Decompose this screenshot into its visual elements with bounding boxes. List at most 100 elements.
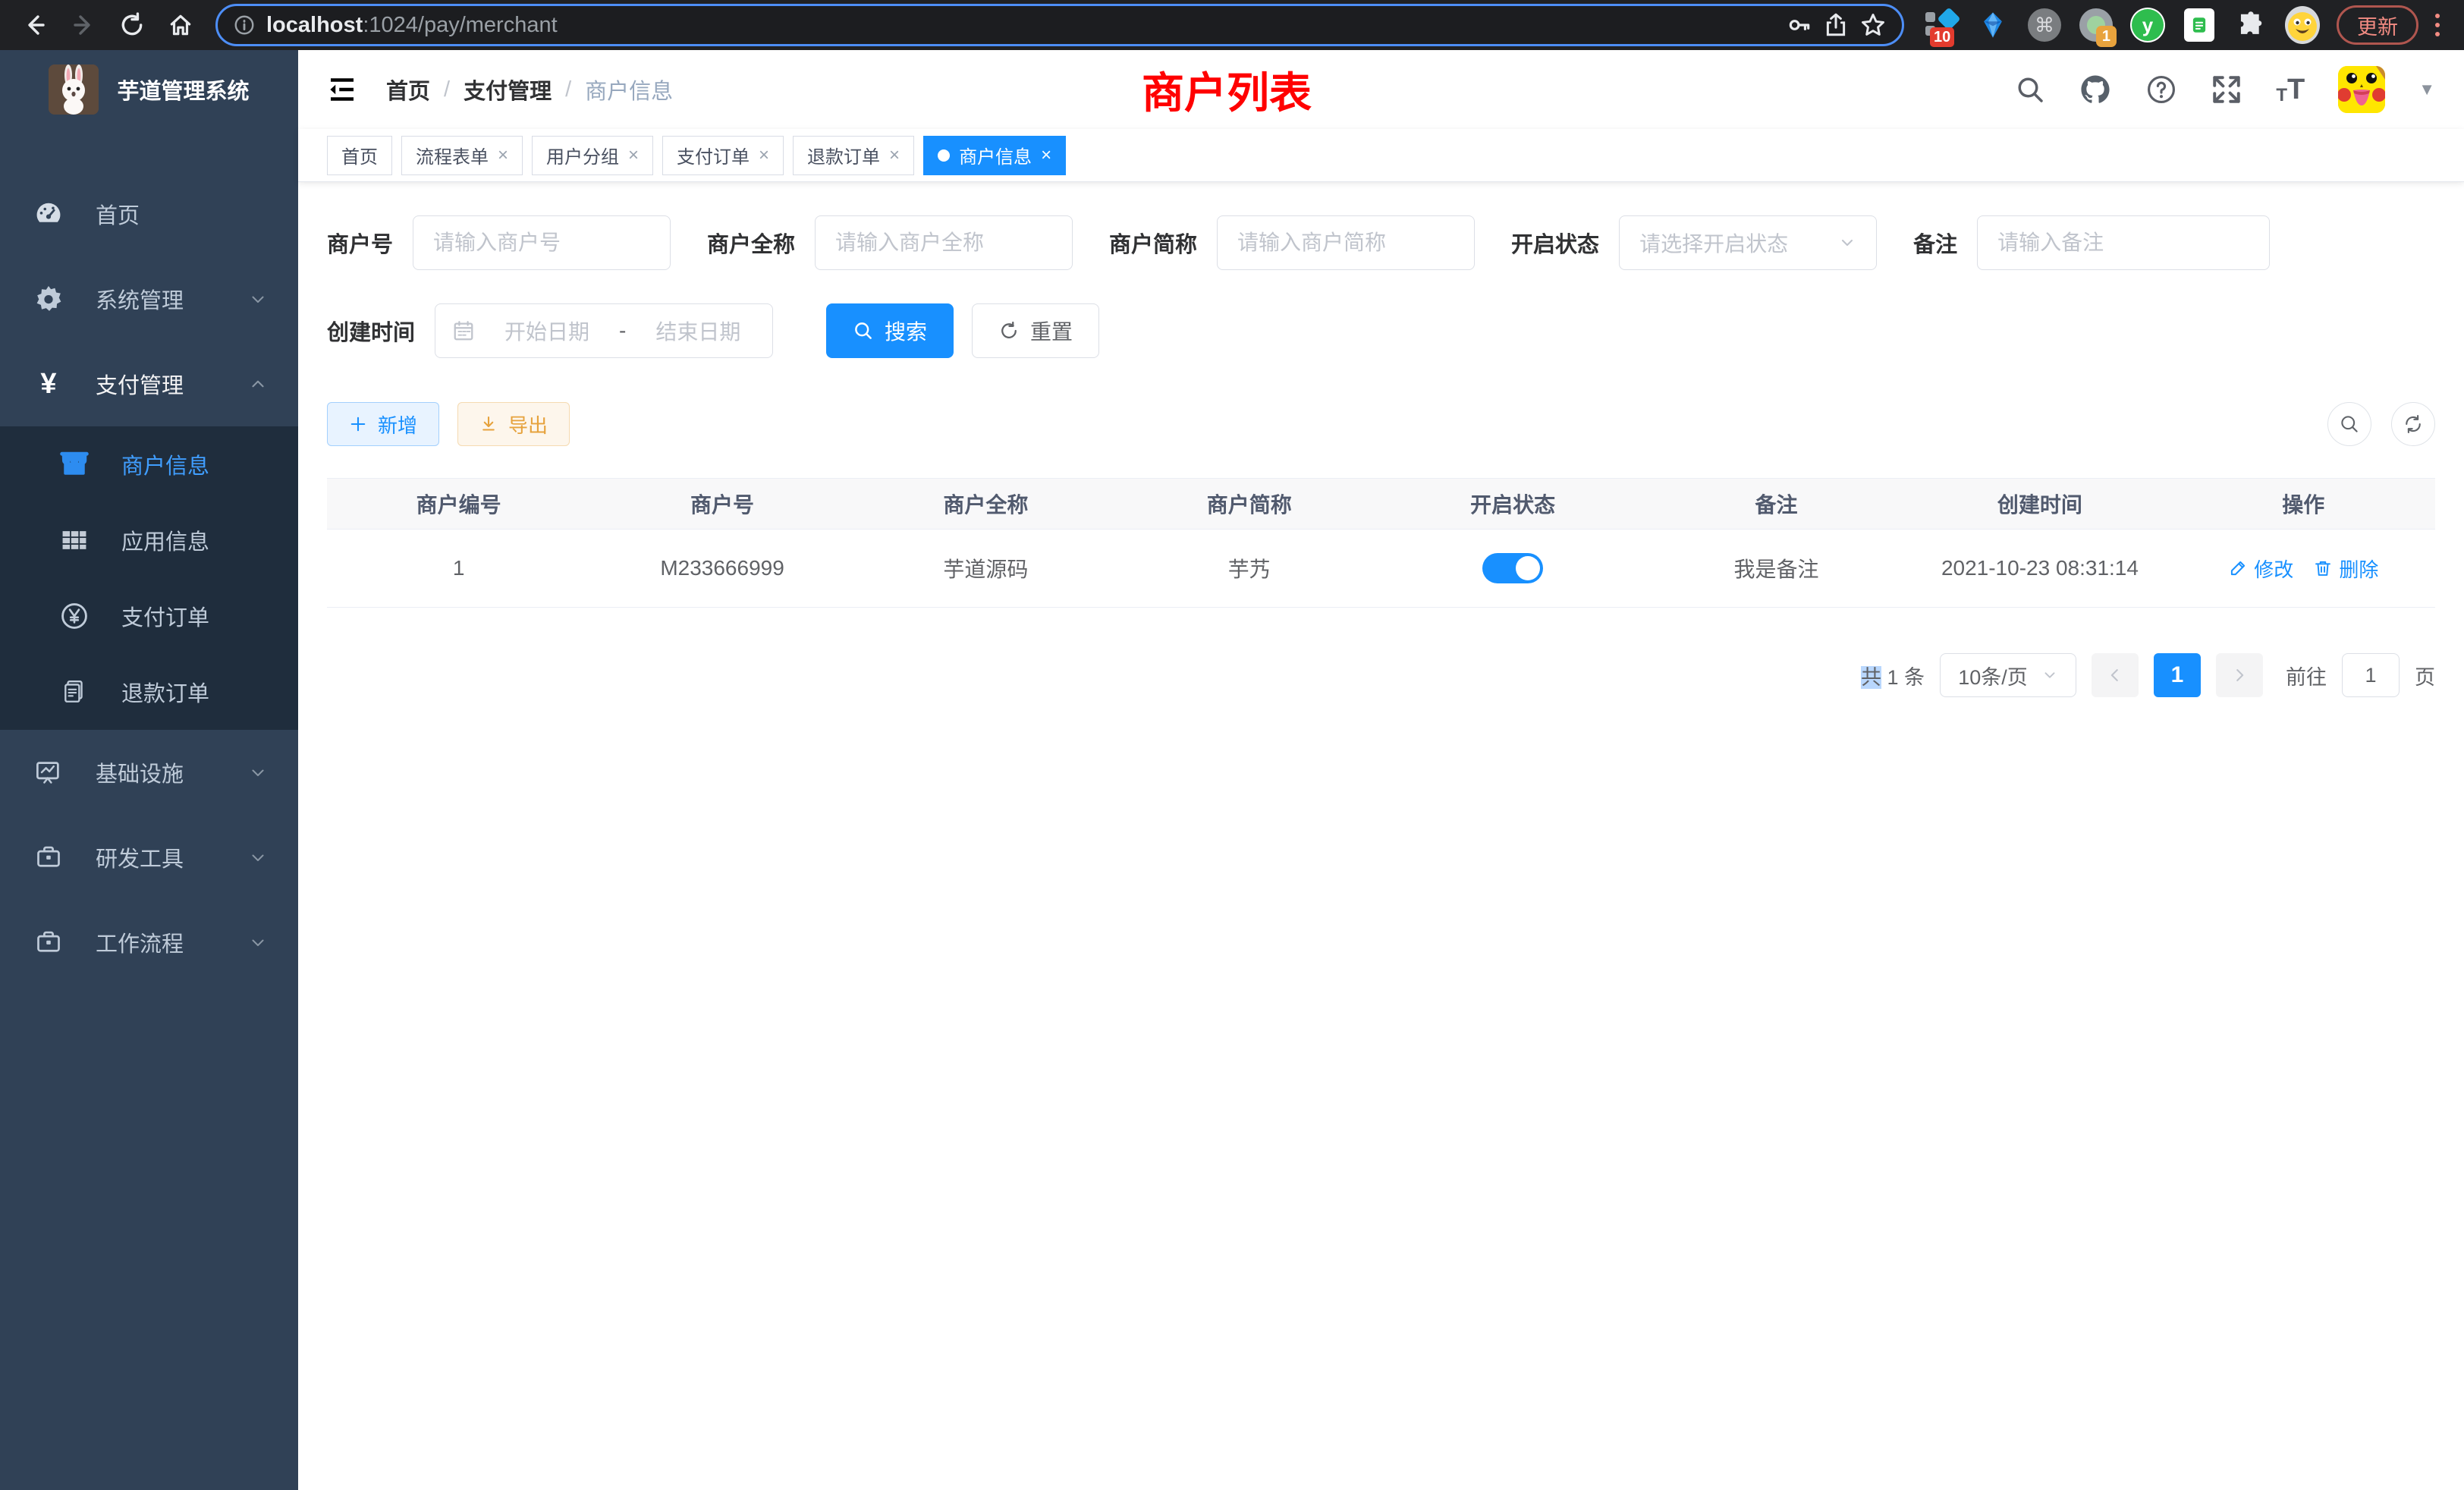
status-select[interactable]: 请选择开启状态 [1619, 215, 1877, 270]
sidebar-item-label: 系统管理 [96, 283, 248, 315]
profile-emoji-avatar[interactable] [2285, 8, 2320, 42]
sidebar-item-pay-order[interactable]: 支付订单 [0, 578, 298, 654]
goto-page-input[interactable] [2342, 653, 2400, 697]
search-icon [2015, 74, 2045, 105]
export-button[interactable]: 导出 [457, 402, 570, 446]
font-size-button[interactable]: TT [2276, 74, 2305, 106]
delete-link[interactable]: 删除 [2313, 555, 2378, 583]
extensions-puzzle-icon[interactable] [2233, 8, 2268, 42]
refresh-icon [998, 320, 1020, 341]
remark-label: 备注 [1913, 227, 1957, 259]
show-search-toggle-button[interactable] [2327, 402, 2371, 446]
reload-icon [119, 12, 145, 38]
table-tools [2327, 402, 2435, 446]
status-toggle[interactable] [1482, 553, 1543, 583]
user-avatar[interactable] [2338, 66, 2385, 113]
github-link[interactable] [2079, 73, 2112, 106]
key-icon[interactable] [1787, 12, 1812, 38]
pinned-extension-icon[interactable]: 10 [1924, 8, 1959, 42]
tab-home[interactable]: 首页 [327, 136, 392, 175]
browser-toolbar: localhost:1024/pay/merchant 10 ⌘ 1 y [0, 0, 2464, 50]
cell-full-name: 芋道源码 [854, 530, 1117, 607]
y-extension-icon[interactable]: y [2130, 8, 2165, 42]
sidebar-item-home[interactable]: 首页 [0, 171, 298, 256]
sidebar-item-workflow[interactable]: 工作流程 [0, 900, 298, 985]
sidebar-item-dev-tools[interactable]: 研发工具 [0, 815, 298, 900]
refresh-table-button[interactable] [2391, 402, 2435, 446]
chevron-up-icon [248, 374, 268, 394]
tab-refund-order[interactable]: 退款订单× [793, 136, 914, 175]
create-time-range-picker[interactable]: 开始日期 - 结束日期 [435, 303, 773, 358]
browser-reload-button[interactable] [111, 4, 153, 46]
address-bar[interactable]: localhost:1024/pay/merchant [215, 4, 1904, 46]
sidebar-item-app-info[interactable]: 应用信息 [0, 502, 298, 578]
start-date-placeholder[interactable]: 开始日期 [490, 316, 604, 346]
caret-down-icon[interactable]: ▼ [2418, 80, 2435, 99]
sidebar-logo[interactable]: 芋道管理系统 [0, 50, 298, 129]
close-icon[interactable]: × [1041, 145, 1051, 166]
column-header: 商户全称 [854, 479, 1117, 529]
close-icon[interactable]: × [759, 145, 769, 166]
github-icon [2079, 73, 2112, 106]
sidebar-item-refund-order[interactable]: 退款订单 [0, 654, 298, 730]
reset-button[interactable]: 重置 [972, 303, 1099, 358]
url-path: :1024/pay/merchant [363, 13, 557, 37]
toolbox-icon [33, 844, 64, 871]
end-date-placeholder[interactable]: 结束日期 [641, 316, 755, 346]
header-actions: TT ▼ [2015, 66, 2435, 113]
tab-user-group[interactable]: 用户分组× [532, 136, 653, 175]
next-page-button[interactable] [2216, 653, 2263, 697]
sidebar-item-merchant-info[interactable]: 商户信息 [0, 426, 298, 502]
full-name-input[interactable] [815, 215, 1073, 270]
breadcrumb-home[interactable]: 首页 [386, 74, 430, 105]
sidebar-menu: 首页 系统管理 ¥ 支付管理 商户信息 应用信息 [0, 129, 298, 1490]
browser-menu-button[interactable] [2425, 14, 2450, 36]
browser-forward-button[interactable] [62, 4, 105, 46]
short-name-input[interactable] [1217, 215, 1475, 270]
url-text[interactable]: localhost:1024/pay/merchant [266, 13, 1776, 38]
page-size-select[interactable]: 10条/页 [1940, 653, 2076, 697]
hamburger-icon [327, 74, 357, 105]
close-icon[interactable]: × [889, 145, 900, 166]
browser-back-button[interactable] [14, 4, 56, 46]
breadcrumb-payment[interactable]: 支付管理 [464, 74, 552, 105]
site-info-icon[interactable] [233, 14, 256, 36]
sidebar-item-system[interactable]: 系统管理 [0, 256, 298, 341]
search-button[interactable]: 搜索 [826, 303, 954, 358]
tab-process-form[interactable]: 流程表单× [401, 136, 523, 175]
column-header: 商户号 [590, 479, 853, 529]
add-button[interactable]: 新增 [327, 402, 439, 446]
table-toolbar: 新增 导出 [327, 402, 2435, 446]
sidebar-item-payment[interactable]: ¥ 支付管理 [0, 341, 298, 426]
page-number-button[interactable]: 1 [2154, 653, 2201, 697]
command-extension-icon[interactable]: ⌘ [2027, 8, 2062, 42]
sidebar-item-infra[interactable]: 基础设施 [0, 730, 298, 815]
tab-pay-order[interactable]: 支付订单× [662, 136, 784, 175]
close-icon[interactable]: × [498, 145, 508, 166]
app-title: 芋道管理系统 [117, 74, 249, 105]
bookmark-star-icon[interactable] [1859, 11, 1887, 39]
sidebar-item-label: 首页 [96, 198, 268, 230]
merchant-table: 商户编号 商户号 商户全称 商户简称 开启状态 备注 创建时间 操作 1 M23… [327, 478, 2435, 608]
sidebar-item-label: 研发工具 [96, 841, 248, 873]
remark-input[interactable] [1977, 215, 2270, 270]
badge-one-extension-icon[interactable]: 1 [2079, 8, 2114, 42]
prev-page-button[interactable] [2092, 653, 2139, 697]
edit-link[interactable]: 修改 [2228, 555, 2293, 583]
fullscreen-button[interactable] [2211, 74, 2242, 105]
header-search-button[interactable] [2015, 74, 2045, 105]
chevron-down-icon [248, 847, 268, 867]
help-button[interactable] [2145, 74, 2177, 105]
notes-extension-icon[interactable] [2182, 8, 2217, 42]
merchant-no-input[interactable] [413, 215, 671, 270]
refresh-icon [2403, 413, 2424, 435]
share-icon[interactable] [1823, 12, 1849, 38]
chrome-update-button[interactable]: 更新 [2337, 5, 2418, 45]
total-count: 共 1 条 [1861, 661, 1925, 690]
browser-home-button[interactable] [159, 4, 202, 46]
filter-row-2: 创建时间 开始日期 - 结束日期 搜索 重置 [327, 303, 2435, 358]
close-icon[interactable]: × [628, 145, 639, 166]
tab-merchant-info[interactable]: 商户信息× [923, 136, 1066, 175]
sidebar-collapse-button[interactable] [327, 74, 357, 105]
gem-extension-icon[interactable] [1975, 8, 2010, 42]
